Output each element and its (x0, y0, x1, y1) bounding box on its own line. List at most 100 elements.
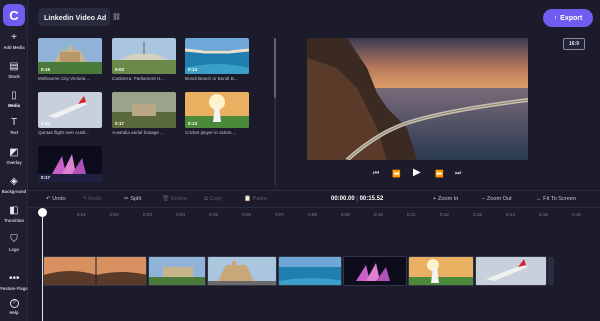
clip-filmstrip (149, 257, 205, 285)
tick-label: 0:13 (473, 212, 482, 217)
zoom-in-label: Zoom In (437, 196, 459, 202)
skip-back-icon[interactable]: ⏮ (373, 170, 379, 178)
media-caption: Qantas flight over Austr... (38, 130, 90, 135)
timeline-clip[interactable] (207, 256, 277, 286)
sidebar-item-label: Stock (8, 74, 20, 79)
zoom-out-button[interactable]: − Zoom Out (482, 196, 512, 202)
sidebar-item-label: Transition (3, 218, 24, 223)
media-thumbnail[interactable]: 0:34 (38, 92, 102, 128)
playhead-handle[interactable] (38, 208, 47, 217)
tick-label: 0:07 (275, 212, 284, 217)
media-thumbnail[interactable]: 0:17 (112, 92, 176, 128)
undo-label: Undo (52, 196, 66, 202)
media-scrollbar-thumb[interactable] (274, 38, 276, 98)
fast-forward-icon[interactable]: ⏩ (435, 170, 444, 178)
duration-badge: 0:34 (41, 121, 51, 126)
project-title-field[interactable]: Linkedin Video Ad (38, 8, 110, 26)
overlay-icon: ◩ (9, 147, 19, 158)
media-thumbnail[interactable]: 0:14 (185, 38, 249, 74)
duration-badge: 0:16 (41, 67, 51, 72)
split-button[interactable]: ✂ Split (124, 196, 141, 202)
media-caption: Canberra, Parliament H... (112, 76, 165, 81)
sidebar-item-help[interactable]: ? Help (0, 299, 28, 315)
timeline-clip[interactable] (475, 256, 547, 286)
redo-label: Redo (88, 196, 102, 202)
current-time: 00:00.00 (331, 196, 355, 202)
track-end-handle[interactable] (548, 257, 554, 285)
zoom-in-button[interactable]: + Zoom In (433, 196, 458, 202)
more-icon: ••• (9, 273, 20, 284)
aspect-ratio-button[interactable]: 16:9 (563, 38, 585, 50)
tick-label: 0:15 (539, 212, 548, 217)
sidebar-item-label: Background (1, 189, 27, 194)
duration-badge: 0:17 (115, 121, 125, 126)
duration-badge: 0:13 (188, 121, 198, 126)
time-separator: | (356, 196, 358, 202)
sidebar-item-add-media[interactable]: + Add Media (0, 33, 28, 51)
delete-label: Delete (170, 196, 187, 202)
sidebar-item-logo[interactable]: ⛉ Logo (0, 234, 28, 253)
tick-label: 0:06 (242, 212, 251, 217)
zoom-out-label: Zoom Out (486, 196, 512, 202)
sidebar-item-label: Overlay (6, 160, 22, 165)
link-icon[interactable]: ⛓ (112, 13, 121, 21)
sidebar: C + Add Media ▤ Stock ▯ Media T Text ◩ O… (0, 0, 28, 321)
redo-button[interactable]: ↷ Redo (82, 196, 102, 202)
copy-button[interactable]: ⧉ Copy (204, 196, 223, 203)
paste-button[interactable]: 📋 Paste (244, 196, 267, 202)
fit-label: Fit To Screen (543, 196, 577, 202)
timeline-clip[interactable] (148, 256, 206, 286)
timeline-clip[interactable] (43, 256, 147, 286)
stock-icon: ▤ (9, 61, 19, 72)
sidebar-item-feature-flags[interactable]: ••• Feature Flags (0, 273, 28, 292)
copy-label: Copy (209, 196, 223, 202)
rewind-icon[interactable]: ⏪ (392, 170, 401, 178)
media-caption: Australia aerial footage ... (112, 130, 165, 135)
video-preview[interactable] (307, 38, 528, 160)
media-caption: Cricket player in action ... (185, 130, 237, 135)
sidebar-item-media[interactable]: ▯ Media (0, 90, 28, 109)
timeline-ruler[interactable]: 0:01 0:02 0:03 0:04 0:05 0:06 0:07 0:08 … (28, 209, 600, 221)
sidebar-item-label: Text (9, 130, 19, 135)
play-icon[interactable]: ▶ (413, 167, 421, 178)
tick-label: 0:16 (572, 212, 581, 217)
duration-badge: 0:17 (41, 175, 51, 180)
paste-label: Paste (252, 196, 267, 202)
clip-filmstrip (208, 257, 276, 285)
app-logo[interactable]: C (3, 4, 25, 26)
tick-label: 0:05 (209, 212, 218, 217)
tick-label: 0:02 (110, 212, 119, 217)
sidebar-item-label: Add Media (3, 45, 25, 50)
sidebar-item-label: Media (8, 103, 20, 108)
tick-label: 0:10 (374, 212, 383, 217)
duration-badge: 0:14 (188, 67, 198, 72)
timecode: 00:00.00 | 00:15.52 (331, 196, 383, 202)
media-icon: ▯ (11, 90, 17, 101)
sidebar-item-transition[interactable]: ◧ Transition (0, 206, 28, 224)
logo-shield-icon: ⛉ (10, 234, 18, 245)
sidebar-item-stock[interactable]: ▤ Stock (0, 61, 28, 80)
media-thumbnail[interactable]: 0:13 (185, 92, 249, 128)
undo-button[interactable]: ↶ Undo (46, 196, 66, 202)
export-button[interactable]: ↑ Export (543, 9, 593, 27)
delete-button[interactable]: 🗑 Delete (162, 196, 187, 202)
tick-label: 0:01 (77, 212, 86, 217)
export-label: Export (560, 14, 583, 22)
skip-forward-icon[interactable]: ⏭ (455, 170, 461, 178)
media-thumbnail[interactable]: 0:03 (112, 38, 176, 74)
fit-to-screen-button[interactable]: ↔ Fit To Screen (536, 196, 576, 202)
sidebar-item-overlay[interactable]: ◩ Overlay (0, 147, 28, 166)
tick-label: 0:03 (143, 212, 152, 217)
timeline-clip[interactable] (278, 256, 342, 286)
preview-image (307, 38, 528, 160)
tick-label: 0:09 (341, 212, 350, 217)
media-thumbnail[interactable]: 0:17 (38, 146, 102, 182)
help-icon: ? (9, 299, 19, 308)
timeline-clip[interactable] (343, 256, 407, 286)
sidebar-item-text[interactable]: T Text (0, 118, 28, 136)
media-caption: Bondi Beach or Bondi B... (185, 76, 238, 81)
sidebar-item-background[interactable]: ◈ Background (0, 177, 28, 195)
media-thumbnail[interactable]: 0:16 (38, 38, 102, 74)
timeline-clip[interactable] (408, 256, 474, 286)
timeline-toolbar: ↶ Undo ↷ Redo ✂ Split 🗑 Delete ⧉ Copy 📋 … (28, 190, 600, 208)
